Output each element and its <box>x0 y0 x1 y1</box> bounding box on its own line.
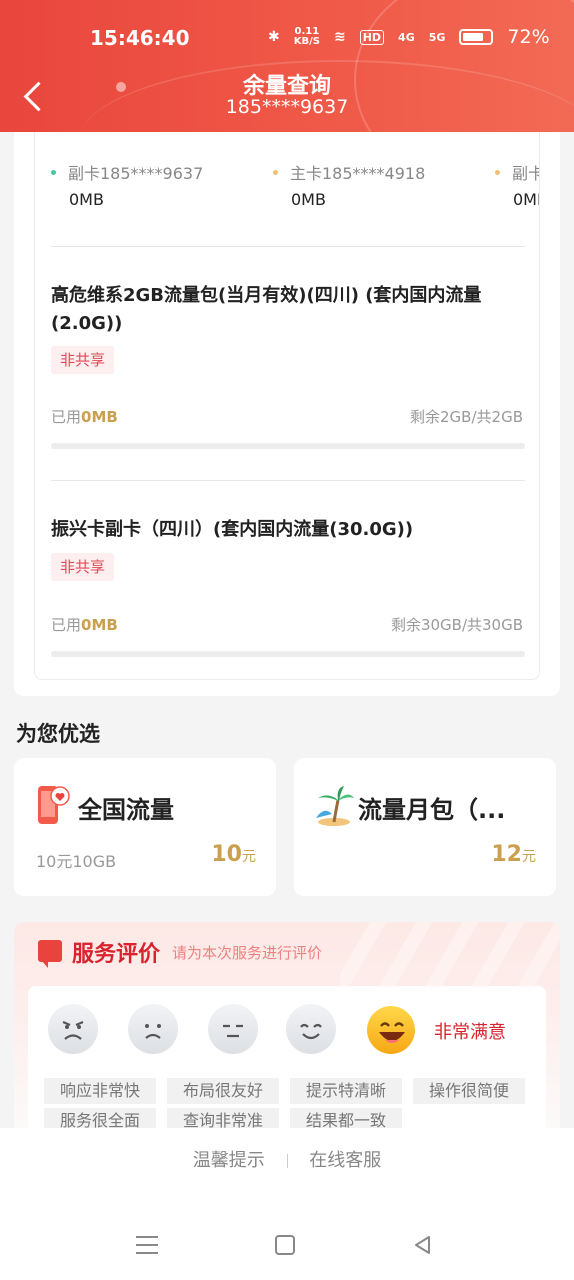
recommend-name: 全国流量 <box>78 796 174 824</box>
evaluation-chip[interactable]: 布局很友好 <box>167 1078 280 1104</box>
evaluation-decoration <box>340 922 560 986</box>
menu-icon[interactable] <box>136 1236 158 1254</box>
evaluation-subtitle: 请为本次服务进行评价 <box>172 944 323 962</box>
usage-progress-bar <box>51 443 525 449</box>
package-used: 已用0MB <box>51 616 118 634</box>
divider <box>51 246 525 247</box>
hd-icon: HD <box>359 29 385 45</box>
evaluation-chip[interactable]: 操作很简便 <box>413 1078 526 1104</box>
chat-bubble-icon <box>38 940 62 968</box>
signal-5g-icon: 5G <box>428 30 446 44</box>
bottom-bar: 温馨提示 在线客服 <box>0 1128 574 1218</box>
shared-card-item: 副卡185****9637 0MB <box>51 160 271 209</box>
link-separator <box>286 1154 288 1168</box>
bluetooth-icon: ✱ <box>268 29 280 45</box>
shared-cards-row[interactable]: 副卡185****9637 0MB 主卡185****4918 0MB 副卡 0… <box>35 160 539 220</box>
header: 15:46:40 ✱ 0.11 KB/S ≋ HD 4G 5G 72% 余量查询… <box>0 0 574 132</box>
recommend-card[interactable]: 全国流量 10元10GB 10元 <box>14 758 276 896</box>
net-speed: 0.11 KB/S <box>293 26 320 47</box>
signal-4g-icon: 4G <box>398 30 415 44</box>
status-dot <box>495 169 500 175</box>
shared-card-item: 副卡 0MB <box>495 160 539 209</box>
wifi-icon: ≋ <box>333 29 346 45</box>
section-title: 为您优选 <box>16 722 100 746</box>
rating-label: 非常满意 <box>434 1022 506 1043</box>
package-tag: 非共享 <box>51 553 115 581</box>
phone-number: 185****9637 <box>225 96 349 118</box>
grin-face-icon[interactable] <box>367 1006 415 1054</box>
evaluation-chip[interactable]: 提示特清晰 <box>290 1078 403 1104</box>
usage-progress-bar <box>51 651 525 657</box>
status-dot <box>51 169 56 175</box>
palm-tree-icon <box>314 784 354 828</box>
recommend-card[interactable]: 流量月包（... 12元 <box>294 758 556 896</box>
angry-face-icon[interactable] <box>48 1004 98 1054</box>
tips-link[interactable]: 温馨提示 <box>193 1150 265 1171</box>
neutral-face-icon[interactable] <box>208 1004 258 1054</box>
sad-face-icon[interactable] <box>128 1004 178 1054</box>
service-evaluation: 服务评价 请为本次服务进行评价 非常满意 响应非常快 布局很友好 提示特清晰 操… <box>14 922 560 1142</box>
recommend-name: 流量月包（... <box>358 796 506 824</box>
shared-card-item: 主卡185****4918 0MB <box>273 160 493 209</box>
recommend-desc: 10元10GB <box>36 852 117 871</box>
evaluation-chip[interactable]: 响应非常快 <box>44 1078 157 1104</box>
home-icon[interactable] <box>275 1235 295 1255</box>
recommend-price: 12元 <box>491 842 536 867</box>
package-remain: 剩余2GB/共2GB <box>410 408 523 426</box>
package-tag: 非共享 <box>51 346 115 374</box>
status-dot <box>273 169 278 175</box>
usage-card: 副卡185****9637 0MB 主卡185****4918 0MB 副卡 0… <box>14 132 560 696</box>
package-used: 已用0MB <box>51 408 118 426</box>
bottom-links: 温馨提示 在线客服 <box>0 1146 574 1172</box>
package-name: 振兴卡副卡（四川）(套内国内流量(30.0G)) <box>51 519 414 540</box>
smile-face-icon[interactable] <box>286 1004 336 1054</box>
status-time: 15:46:40 <box>90 26 190 50</box>
status-bar: 15:46:40 ✱ 0.11 KB/S ≋ HD 4G 5G 72% <box>0 22 574 56</box>
phone-heart-icon <box>34 784 70 828</box>
recommend-price: 10元 <box>211 842 256 867</box>
evaluation-title: 服务评价 <box>72 942 161 967</box>
usage-detail-panel: 副卡185****9637 0MB 主卡185****4918 0MB 副卡 0… <box>34 132 540 680</box>
divider <box>51 480 525 481</box>
online-service-link[interactable]: 在线客服 <box>309 1150 381 1171</box>
battery-icon <box>459 29 494 45</box>
package-remain: 剩余30GB/共30GB <box>390 616 523 634</box>
system-nav-bar <box>0 1218 574 1280</box>
battery-percent: 72% <box>507 26 550 48</box>
package-name: 高危维系2GB流量包(当月有效)(四川) (套内国内流量(2.0G)) <box>51 285 482 334</box>
evaluation-panel: 非常满意 响应非常快 布局很友好 提示特清晰 操作很简便 服务很全面 查询非常准… <box>28 986 546 1142</box>
status-icons: ✱ 0.11 KB/S ≋ HD 4G 5G 72% <box>268 26 550 48</box>
